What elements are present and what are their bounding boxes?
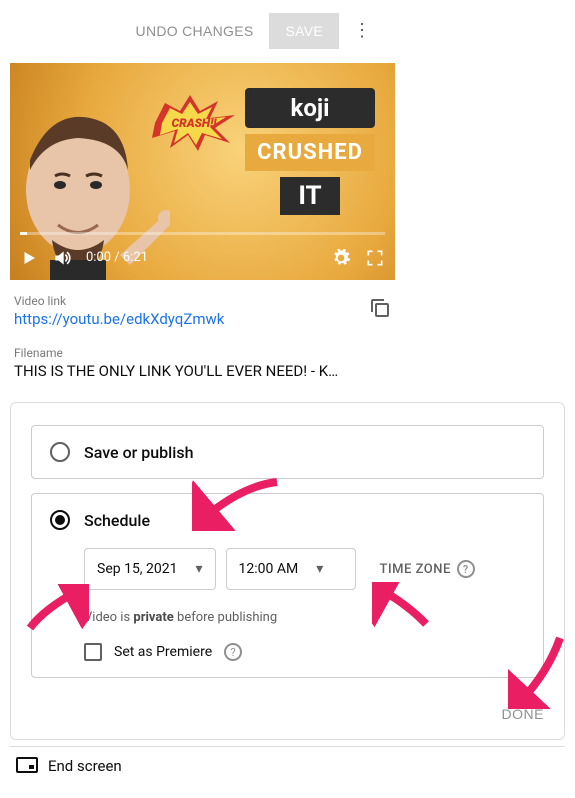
date-value: Sep 15, 2021 — [97, 561, 178, 577]
video-preview: CRASH!! koji CRUSHED IT 0:00 / 6:21 — [10, 63, 395, 380]
video-time: 0:00 / 6:21 — [86, 250, 148, 265]
timezone-button[interactable]: TIME ZONE ? — [380, 560, 475, 578]
help-icon[interactable]: ? — [224, 643, 242, 661]
save-button[interactable]: SAVE — [269, 13, 339, 49]
thumbnail-text-box: koji CRUSHED IT — [245, 88, 375, 215]
volume-icon[interactable] — [52, 248, 72, 268]
chevron-down-icon: ▾ — [196, 561, 203, 577]
video-thumbnail[interactable]: CRASH!! koji CRUSHED IT 0:00 / 6:21 — [10, 63, 395, 280]
radio-selected-icon — [50, 510, 70, 530]
annotation-arrow — [24, 584, 89, 634]
fullscreen-icon[interactable] — [365, 248, 385, 268]
video-controls: 0:00 / 6:21 — [10, 235, 395, 280]
help-icon: ? — [457, 560, 475, 578]
checkbox-unchecked-icon — [84, 643, 102, 661]
toolbar: UNDO CHANGES SAVE ⋮ — [10, 10, 565, 51]
chevron-down-icon: ▾ — [316, 561, 323, 577]
video-meta: Video link https://youtu.be/edkXdyqZmwk … — [10, 280, 420, 380]
time-dropdown[interactable]: 12:00 AM ▾ — [226, 548, 356, 590]
schedule-radio-row[interactable]: Schedule — [50, 510, 525, 530]
video-link-label: Video link — [14, 294, 416, 308]
done-button[interactable]: DONE — [502, 706, 544, 722]
play-icon[interactable] — [20, 249, 38, 267]
svg-text:CRASH!!: CRASH!! — [171, 116, 217, 130]
video-link[interactable]: https://youtu.be/edkXdyqZmwk — [14, 310, 224, 328]
copy-icon[interactable] — [368, 296, 392, 324]
premiere-label: Set as Premiere — [114, 644, 212, 660]
save-or-publish-label: Save or publish — [84, 443, 193, 462]
filename-text: THIS IS THE ONLY LINK YOU'LL EVER NEED! … — [14, 362, 416, 380]
end-screen-icon — [16, 757, 38, 775]
end-screen-label: End screen — [48, 757, 122, 775]
end-screen-row[interactable]: End screen — [10, 746, 565, 785]
set-as-premiere-row[interactable]: Set as Premiere ? — [84, 643, 525, 661]
timezone-label: TIME ZONE — [380, 562, 451, 577]
publish-panel: Save or publish Schedule Sep 15, 2021 ▾ … — [10, 402, 565, 740]
settings-gear-icon[interactable] — [331, 248, 351, 268]
save-or-publish-option[interactable]: Save or publish — [31, 425, 544, 479]
crash-graphic: CRASH!! — [150, 93, 240, 153]
more-options-icon[interactable]: ⋮ — [339, 10, 385, 51]
time-value: 12:00 AM — [239, 561, 299, 577]
date-dropdown[interactable]: Sep 15, 2021 ▾ — [84, 548, 216, 590]
schedule-label: Schedule — [84, 511, 150, 530]
schedule-option: Schedule Sep 15, 2021 ▾ 12:00 AM ▾ TIME … — [31, 493, 544, 678]
private-note: Video is private before publishing — [84, 610, 525, 625]
radio-unselected-icon — [50, 442, 70, 462]
filename-label: Filename — [14, 346, 416, 360]
undo-changes-button[interactable]: UNDO CHANGES — [120, 13, 270, 49]
